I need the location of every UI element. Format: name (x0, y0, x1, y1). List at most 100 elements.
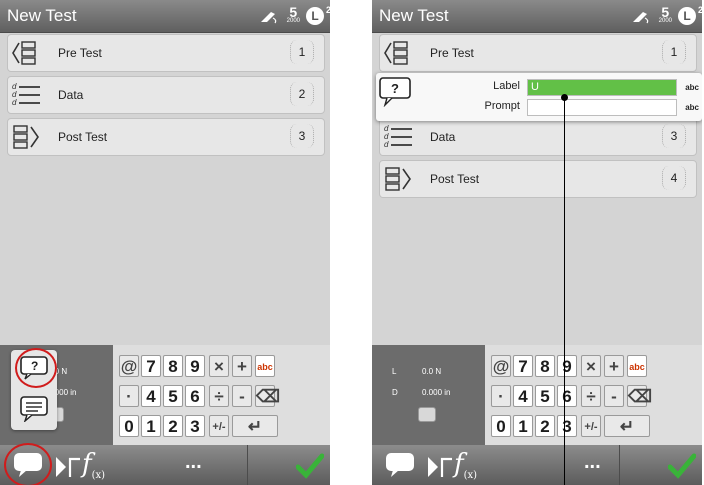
comment-icon[interactable] (20, 396, 48, 422)
key-plus-minus[interactable]: +/- (209, 415, 229, 437)
key-3[interactable]: 3 (557, 415, 577, 437)
key-2[interactable]: 2 (535, 415, 555, 437)
key-5[interactable]: 5 (163, 385, 183, 407)
key-at[interactable]: @ (119, 355, 139, 377)
key-0[interactable]: 0 (491, 415, 511, 437)
callout-line (564, 97, 565, 485)
pre-test-row[interactable]: Pre Test 1 (379, 34, 697, 72)
key-enter[interactable]: ↵ (604, 415, 650, 437)
key-plus[interactable]: + (604, 355, 624, 377)
step-number[interactable]: 1 (662, 40, 686, 64)
displacement-tag: D (392, 388, 398, 397)
key-divide[interactable]: ÷ (209, 385, 229, 407)
key-decimal[interactable]: · (119, 385, 139, 407)
key-at[interactable]: @ (491, 355, 511, 377)
data-row[interactable]: ddd Data 2 (7, 76, 325, 114)
key-7[interactable]: 7 (141, 355, 161, 377)
row-label: Data (58, 88, 84, 102)
prompt-input[interactable] (527, 99, 677, 116)
zero-button[interactable] (418, 407, 436, 422)
key-6[interactable]: 6 (557, 385, 577, 407)
post-test-row[interactable]: Post Test 3 (7, 118, 325, 156)
function-icon[interactable]: f(x) (454, 449, 477, 481)
load-tag: L (392, 367, 397, 376)
label-input-value: U (531, 81, 539, 93)
check-icon[interactable] (296, 453, 324, 479)
question-step-editor: ? Label U abc Prompt abc (376, 73, 702, 121)
data-row[interactable]: ddd Data 3 (379, 118, 697, 156)
step-number[interactable]: 4 (662, 166, 686, 190)
label-caption: Label (493, 80, 520, 92)
right-screen: New Test 5 2000 L2 Pre Test 1 ? Label U a… (372, 0, 702, 485)
key-2[interactable]: 2 (163, 415, 183, 437)
post-test-row[interactable]: Post Test 4 (379, 160, 697, 198)
page-title: New Test (379, 6, 449, 25)
comment-tool-icon[interactable] (385, 452, 415, 478)
key-1[interactable]: 1 (141, 415, 161, 437)
keypad: @ 7 8 9 × + abc · 4 5 6 ÷ - ⌫ 0 1 2 3 +/… (485, 345, 702, 445)
load-value: 0.0 N (422, 367, 442, 376)
key-1[interactable]: 1 (513, 415, 533, 437)
key-divide[interactable]: ÷ (581, 385, 601, 407)
data-icon: ddd (12, 82, 40, 107)
key-enter[interactable]: ↵ (232, 415, 278, 437)
key-3[interactable]: 3 (185, 415, 205, 437)
check-icon[interactable] (668, 453, 696, 479)
key-abc[interactable]: abc (255, 355, 275, 377)
more-icon[interactable]: ... (185, 451, 202, 474)
row-label: Post Test (430, 172, 480, 186)
load-badge-icon[interactable]: L2 (306, 5, 330, 25)
step-number[interactable]: 3 (662, 124, 686, 148)
key-plus[interactable]: + (232, 355, 252, 377)
action-tool-icon[interactable] (426, 455, 454, 479)
key-minus[interactable]: - (232, 385, 252, 407)
row-label: Post Test (58, 130, 108, 144)
key-8[interactable]: 8 (535, 355, 555, 377)
key-plus-minus[interactable]: +/- (581, 415, 601, 437)
row-label: Pre Test (430, 46, 474, 60)
key-decimal[interactable]: · (491, 385, 511, 407)
key-7[interactable]: 7 (513, 355, 533, 377)
post-test-icon (13, 125, 39, 149)
key-0[interactable]: 0 (119, 415, 139, 437)
highlight-circle (15, 348, 57, 388)
key-backspace[interactable]: ⌫ (255, 385, 280, 407)
highlight-circle (4, 443, 52, 485)
key-multiply[interactable]: × (581, 355, 601, 377)
key-minus[interactable]: - (604, 385, 624, 407)
row-label: Data (430, 130, 456, 144)
left-screen: New Test 5 2000 L2 Pre Test 1 ddd Data 2 … (0, 0, 330, 485)
svg-text:?: ? (391, 81, 399, 96)
sample-rate-icon[interactable]: 5 2000 (287, 5, 300, 25)
key-8[interactable]: 8 (163, 355, 183, 377)
step-number[interactable]: 1 (290, 40, 314, 64)
data-icon: ddd (384, 124, 412, 149)
key-6[interactable]: 6 (185, 385, 205, 407)
key-5[interactable]: 5 (535, 385, 555, 407)
label-type[interactable]: abc (685, 83, 699, 92)
label-input[interactable]: U (527, 79, 677, 96)
more-icon[interactable]: ... (584, 451, 601, 474)
action-tool-icon[interactable] (54, 455, 82, 479)
key-4[interactable]: 4 (141, 385, 161, 407)
pre-test-row[interactable]: Pre Test 1 (7, 34, 325, 72)
key-9[interactable]: 9 (185, 355, 205, 377)
bottom-toolbar: f(x) ... (372, 445, 702, 485)
title-bar: New Test 5 2000 L2 (0, 0, 330, 33)
key-9[interactable]: 9 (557, 355, 577, 377)
key-multiply[interactable]: × (209, 355, 229, 377)
load-badge-icon[interactable]: L2 (678, 5, 702, 25)
step-number[interactable]: 3 (290, 124, 314, 148)
key-4[interactable]: 4 (513, 385, 533, 407)
prompt-type[interactable]: abc (685, 103, 699, 112)
question-icon: ? (379, 77, 411, 107)
step-number[interactable]: 2 (290, 82, 314, 106)
sensor-icon[interactable] (631, 8, 653, 24)
keypad: @ 7 8 9 × + abc · 4 5 6 ÷ - ⌫ 0 1 2 3 +/… (113, 345, 330, 445)
sensor-icon[interactable] (259, 8, 281, 24)
prompt-caption: Prompt (484, 100, 520, 112)
function-icon[interactable]: f(x) (82, 449, 105, 481)
sample-rate-icon[interactable]: 5 2000 (659, 5, 672, 25)
key-backspace[interactable]: ⌫ (627, 385, 652, 407)
key-abc[interactable]: abc (627, 355, 647, 377)
